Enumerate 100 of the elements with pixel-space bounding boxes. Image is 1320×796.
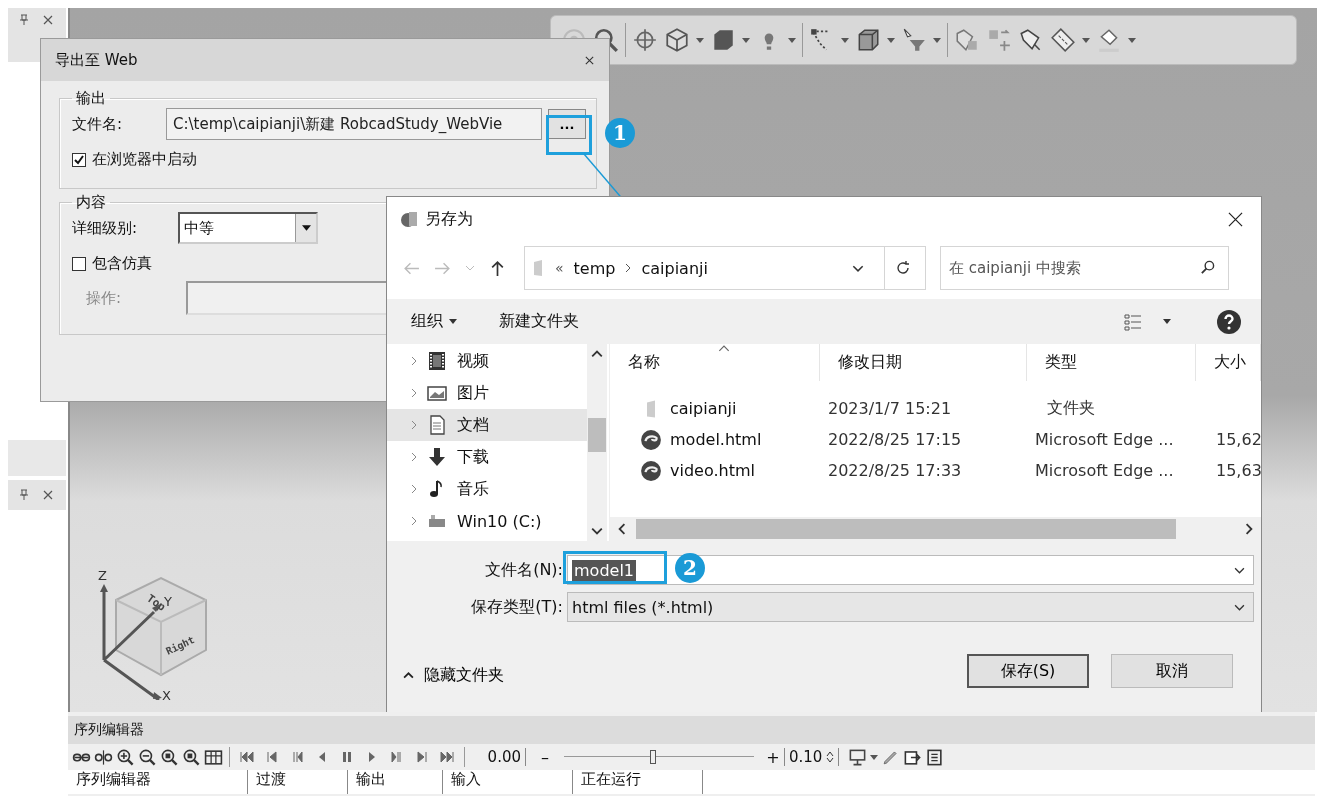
dialog-title: 导出至 Web bbox=[55, 50, 138, 70]
nav-label: Win10 (C:) bbox=[457, 511, 542, 531]
chevron-right-icon[interactable] bbox=[411, 388, 417, 398]
column-header[interactable]: 输出 bbox=[348, 770, 443, 794]
caret-icon[interactable] bbox=[449, 319, 457, 324]
cursor-funnel-icon[interactable] bbox=[901, 27, 927, 53]
sort-caret-icon bbox=[718, 345, 730, 352]
chevron-right-icon[interactable] bbox=[411, 452, 417, 462]
overflow-chevron[interactable]: « bbox=[555, 260, 564, 276]
pin-icon[interactable] bbox=[18, 14, 30, 26]
search-icon[interactable] bbox=[1200, 260, 1215, 275]
media-last-icon[interactable] bbox=[439, 749, 455, 765]
close-icon[interactable] bbox=[584, 54, 595, 66]
file-name[interactable]: caipianji bbox=[670, 399, 737, 418]
hand-cube-icon[interactable] bbox=[954, 27, 980, 53]
pin-icon[interactable] bbox=[18, 489, 30, 501]
slider-thumb[interactable] bbox=[650, 750, 657, 764]
nav-label: 图片 bbox=[457, 382, 489, 404]
file-name[interactable]: video.html bbox=[670, 461, 755, 480]
field-label: 保存类型(T): bbox=[470, 596, 564, 618]
column-header[interactable]: 正在运行 bbox=[573, 770, 703, 794]
file-date: 2022/8/25 17:33 bbox=[827, 461, 963, 480]
monitor-icon[interactable] bbox=[848, 747, 868, 767]
scroll-thumb[interactable] bbox=[588, 418, 606, 452]
caret-icon[interactable] bbox=[1163, 319, 1171, 324]
column-header[interactable]: 名称 bbox=[610, 344, 820, 381]
help-icon[interactable] bbox=[1217, 309, 1241, 334]
scroll-left-icon[interactable] bbox=[618, 523, 626, 535]
search-field[interactable]: 在 caipianji 中搜索 bbox=[940, 246, 1229, 290]
cancel-button[interactable]: 取消 bbox=[1111, 654, 1233, 688]
close-icon[interactable] bbox=[1228, 211, 1243, 227]
chevron-down-icon[interactable] bbox=[1234, 603, 1245, 611]
column-header[interactable]: 序列编辑器 bbox=[68, 770, 248, 794]
nav-item[interactable]: 文档 bbox=[387, 409, 587, 441]
table-icon[interactable] bbox=[204, 747, 223, 767]
wireframe-cube-icon[interactable] bbox=[664, 27, 690, 53]
scroll-right-icon[interactable] bbox=[1245, 523, 1253, 535]
column-header[interactable]: 修改日期 bbox=[820, 344, 1027, 381]
ruler-icon[interactable] bbox=[1050, 27, 1076, 53]
spin-arrows-icon[interactable] bbox=[826, 751, 835, 763]
field-label: 详细级别: bbox=[72, 218, 139, 238]
time-field[interactable]: 0.00 bbox=[471, 748, 526, 766]
zoom-fit-icon[interactable] bbox=[160, 747, 179, 767]
up-arrow-icon[interactable] bbox=[489, 259, 506, 277]
zoom-select-icon[interactable] bbox=[182, 747, 201, 767]
panel-title: 序列编辑器 bbox=[68, 716, 1315, 744]
chevron-down-icon[interactable] bbox=[1234, 566, 1245, 574]
chevron-up-icon[interactable] bbox=[403, 671, 414, 679]
field-label: 文件名: bbox=[72, 114, 124, 134]
nav-item[interactable]: 音乐 bbox=[387, 473, 587, 505]
detail-dropdown[interactable]: 中等 bbox=[178, 212, 318, 244]
scroll-thumb[interactable] bbox=[636, 519, 1176, 539]
caret-icon[interactable] bbox=[870, 754, 879, 760]
organize-menu[interactable]: 组织 bbox=[411, 311, 443, 332]
paint-bucket-icon[interactable] bbox=[1096, 27, 1122, 53]
save-icon[interactable] bbox=[925, 747, 945, 767]
media-prev-icon[interactable] bbox=[264, 749, 280, 765]
file-type: Microsoft Edge ... bbox=[1034, 461, 1175, 480]
view-options-icon[interactable] bbox=[1123, 311, 1143, 332]
file-name[interactable]: model.html bbox=[670, 430, 762, 449]
filename-field[interactable]: C:\temp\caipianji\新建 RobcadStudy_WebVie bbox=[166, 108, 542, 140]
column-header[interactable]: 输入 bbox=[443, 770, 573, 794]
crosshair-icon[interactable] bbox=[632, 27, 658, 53]
zoom-out-button[interactable]: – bbox=[537, 747, 553, 767]
column-header[interactable]: 类型 bbox=[1027, 344, 1196, 381]
nav-item[interactable]: Win10 (C:) bbox=[387, 505, 587, 537]
unlink-icon[interactable] bbox=[94, 747, 113, 767]
breadcrumb[interactable]: caipianji bbox=[641, 258, 708, 278]
checkbox[interactable] bbox=[72, 152, 86, 167]
caret-icon[interactable] bbox=[301, 225, 311, 231]
hide-folders-toggle[interactable]: 隐藏文件夹 bbox=[403, 664, 504, 686]
address-bar[interactable]: « temp caipianji bbox=[524, 246, 926, 290]
breadcrumb[interactable]: temp bbox=[573, 258, 616, 278]
scroll-down-icon[interactable] bbox=[591, 527, 603, 535]
scroll-up-icon[interactable] bbox=[591, 350, 603, 358]
chevron-right-icon[interactable] bbox=[411, 356, 417, 366]
nav-item[interactable]: 视频 bbox=[387, 345, 587, 377]
nav-item[interactable]: 图片 bbox=[387, 377, 587, 409]
chevron-right-icon[interactable] bbox=[411, 420, 417, 430]
chevron-down-icon[interactable] bbox=[852, 264, 864, 272]
zoom-in-icon[interactable] bbox=[116, 747, 135, 767]
column-header[interactable]: 大小 bbox=[1196, 344, 1261, 381]
chevron-right-icon[interactable] bbox=[411, 516, 417, 526]
checkbox[interactable] bbox=[72, 256, 86, 271]
nav-label: 音乐 bbox=[457, 478, 489, 500]
column-header[interactable]: 过渡 bbox=[248, 770, 348, 794]
chevron-right-icon[interactable] bbox=[411, 484, 417, 494]
save-button[interactable]: 保存(S) bbox=[967, 654, 1089, 688]
document-icon bbox=[427, 415, 447, 435]
nav-item[interactable]: 下载 bbox=[387, 441, 587, 473]
zoom-in-button[interactable]: + bbox=[765, 747, 781, 767]
group-label: 输出 bbox=[75, 89, 107, 108]
refresh-icon[interactable] bbox=[895, 260, 911, 276]
file-type-dropdown[interactable]: html files (*.html) bbox=[567, 592, 1254, 622]
media-first-icon[interactable] bbox=[239, 749, 255, 765]
horizontal-scrollbar[interactable] bbox=[610, 517, 1261, 541]
step-spinbox[interactable]: 0.10 bbox=[784, 748, 840, 766]
media-next-icon[interactable] bbox=[414, 749, 430, 765]
new-folder-button[interactable]: 新建文件夹 bbox=[499, 311, 579, 332]
zoom-out-icon[interactable] bbox=[138, 747, 157, 767]
